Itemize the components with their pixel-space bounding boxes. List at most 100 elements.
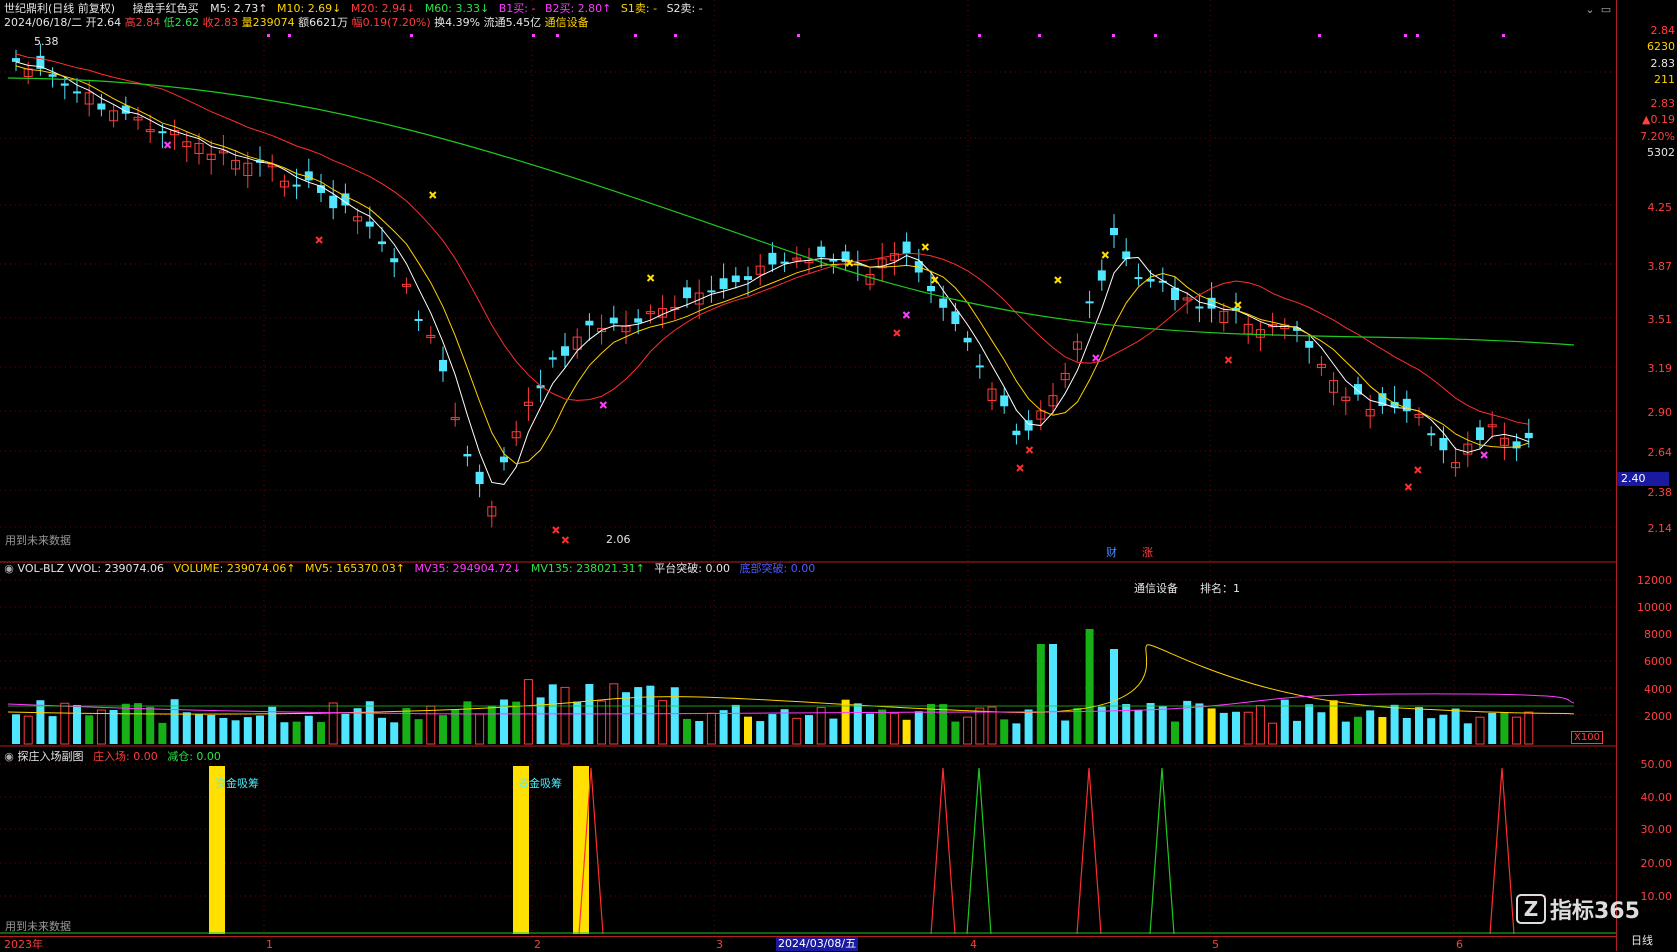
kline-chart[interactable] xyxy=(0,0,1616,951)
signal-x-icon xyxy=(902,311,911,319)
volume-bar xyxy=(121,703,130,744)
volume-bar xyxy=(365,701,374,744)
quote-low: 低2.62 xyxy=(163,16,200,29)
volume-bar xyxy=(1049,644,1057,744)
collapse-icon[interactable]: ⌄ xyxy=(1584,4,1596,16)
signal-x-icon xyxy=(1480,451,1488,459)
candle xyxy=(707,290,716,293)
volume-bar xyxy=(231,720,240,744)
quote-float: 流通5.45亿 xyxy=(483,16,542,29)
volume-bar xyxy=(317,722,325,744)
finance-marker[interactable]: 财 xyxy=(1106,546,1117,560)
signal-dot xyxy=(1502,34,1505,37)
sub-tick: 40.00 xyxy=(1640,791,1673,804)
mv35-value: MV35: 294904.72↓ xyxy=(414,562,522,575)
price-tick: 2.38 xyxy=(1647,486,1673,499)
vvol-value: VVOL: 239074.06 xyxy=(67,562,165,575)
time-mark: 4 xyxy=(970,938,977,951)
signal-dot xyxy=(556,34,559,37)
volume-bar xyxy=(1500,712,1509,744)
candle xyxy=(927,285,935,292)
quote-box-value: ▲0.19 xyxy=(1642,113,1675,126)
period-label[interactable]: 日线 xyxy=(1631,934,1653,948)
volume-bar xyxy=(1073,707,1082,744)
future-data-note: 用到未来数据 xyxy=(5,534,71,547)
rank-annotation: 排名：1 xyxy=(1200,582,1240,595)
quote-sector: 通信设备 xyxy=(544,16,589,29)
volume-bar xyxy=(1378,717,1387,744)
volume-bar xyxy=(1036,644,1045,744)
volume-bar xyxy=(96,709,106,745)
time-mark: 5 xyxy=(1212,938,1219,951)
volume-bar xyxy=(1451,708,1460,744)
volume-bar xyxy=(1427,718,1436,744)
candle xyxy=(60,83,69,86)
indicator-name: 操盘手红色买 xyxy=(132,2,199,15)
rise-marker[interactable]: 涨 xyxy=(1142,546,1153,560)
settings-icon[interactable]: ◉ xyxy=(4,751,14,763)
volume-bar xyxy=(878,709,887,744)
sub-tick: 30.00 xyxy=(1640,823,1673,836)
candle xyxy=(902,241,911,255)
volume-bar xyxy=(1255,705,1265,745)
signal-x-icon xyxy=(1025,446,1034,454)
candle xyxy=(1439,438,1448,451)
settings-icon[interactable]: ◉ xyxy=(4,563,14,575)
volume-bar xyxy=(487,705,496,744)
volume-bar xyxy=(780,709,789,744)
volume-bar xyxy=(48,716,57,744)
volume-bar xyxy=(1158,706,1167,744)
volume-bar xyxy=(1171,721,1179,744)
signal-x-icon xyxy=(1224,356,1233,364)
volume-bar xyxy=(1097,706,1106,744)
signal-dot xyxy=(1404,34,1407,37)
quote-date: 2024/06/18/二 xyxy=(4,16,83,29)
accumulate-label: 资金吸筹 xyxy=(518,777,562,790)
quote-box-value: 2.84 xyxy=(1650,24,1676,37)
volume-bar xyxy=(853,703,862,744)
reduce-value: 减仓: 0.00 xyxy=(167,750,221,763)
volume-bar xyxy=(1000,719,1009,744)
sub-tick: 20.00 xyxy=(1640,857,1673,870)
quote-amount: 额6621万 xyxy=(298,16,349,29)
volume-bar xyxy=(1390,704,1399,744)
sub-indicator-name[interactable]: 探庄入场副图 xyxy=(18,750,84,763)
signal-dot xyxy=(410,34,413,37)
volume-bar xyxy=(1085,629,1094,744)
accumulate-bar xyxy=(513,766,529,934)
current-price-tag: 2.40 xyxy=(1617,472,1669,486)
signal-dot xyxy=(674,34,677,37)
signal-x-icon xyxy=(1414,466,1422,474)
mv35-line xyxy=(7,693,1575,715)
candle xyxy=(378,241,386,245)
candle xyxy=(963,337,972,343)
chart-header: 世纪鼎利(日线 前复权) 操盘手红色买 M5: 2.73↑ M10: 2.69↓… xyxy=(4,2,703,16)
signal-x-icon xyxy=(921,243,930,251)
signal-x-icon xyxy=(893,329,901,337)
volume-indicator-name[interactable]: VOL-BLZ xyxy=(18,562,65,575)
signal-x-icon xyxy=(1101,251,1109,259)
volume-bar xyxy=(1488,712,1497,744)
price-tick: 3.19 xyxy=(1647,362,1673,375)
volume-bar xyxy=(1061,720,1070,744)
signal-dot xyxy=(1112,34,1115,37)
volume-bar xyxy=(523,679,533,745)
quote-row: 2024/06/18/二 开2.64 高2.84 低2.62 收2.83 量23… xyxy=(4,16,589,30)
volume-bar xyxy=(1341,721,1350,744)
stock-name: 世纪鼎利(日线 前复权) xyxy=(4,2,116,15)
volume-bar xyxy=(1232,711,1240,744)
restore-icon[interactable]: ▭ xyxy=(1600,4,1612,16)
signal-x-icon xyxy=(429,191,437,199)
volume-bar xyxy=(1366,710,1375,744)
signal-dot xyxy=(1416,34,1419,37)
signal-dot xyxy=(634,34,637,37)
ma5-value: M5: 2.73↑ xyxy=(210,2,268,15)
volume-bar xyxy=(1329,700,1338,744)
candle xyxy=(12,58,20,62)
candle xyxy=(1085,301,1094,304)
candle xyxy=(414,318,423,321)
candle xyxy=(1012,430,1021,436)
ma60-line xyxy=(7,77,1575,346)
volume-bar xyxy=(1415,707,1423,744)
candle xyxy=(97,103,106,110)
